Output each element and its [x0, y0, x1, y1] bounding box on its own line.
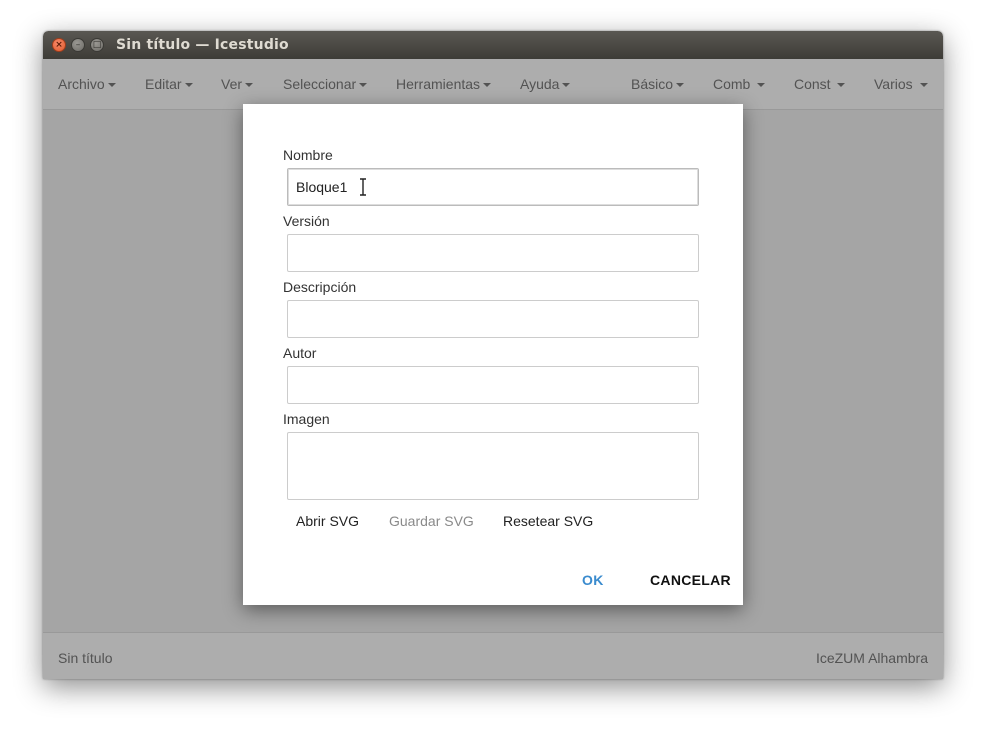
block-info-dialog: Nombre Bloque1 Versión Descripción Autor…: [243, 104, 743, 605]
version-input[interactable]: [287, 234, 699, 272]
ok-button[interactable]: OK: [582, 572, 604, 588]
maximize-window-button[interactable]: □: [90, 38, 104, 52]
title-bar: × – □ Sin título — Icestudio: [43, 31, 943, 59]
resetear-svg-button[interactable]: Resetear SVG: [503, 513, 593, 529]
nombre-value: Bloque1: [296, 179, 348, 195]
imagen-preview-area[interactable]: [287, 432, 699, 500]
descripcion-label: Descripción: [283, 279, 357, 295]
autor-input[interactable]: [287, 366, 699, 404]
minimize-icon: –: [75, 40, 81, 50]
abrir-svg-button[interactable]: Abrir SVG: [296, 513, 359, 529]
text-cursor-icon: [360, 178, 366, 196]
guardar-svg-button[interactable]: Guardar SVG: [389, 513, 474, 529]
window-title: Sin título — Icestudio: [116, 37, 289, 53]
nombre-input[interactable]: Bloque1: [287, 168, 699, 206]
imagen-label: Imagen: [283, 411, 330, 427]
close-window-button[interactable]: ×: [52, 38, 66, 52]
autor-label: Autor: [283, 345, 317, 361]
descripcion-input[interactable]: [287, 300, 699, 338]
minimize-window-button[interactable]: –: [71, 38, 85, 52]
nombre-label: Nombre: [283, 147, 333, 163]
close-icon: ×: [55, 40, 63, 50]
version-label: Versión: [283, 213, 330, 229]
cancel-button[interactable]: CANCELAR: [650, 572, 731, 588]
maximize-icon: □: [92, 40, 102, 50]
